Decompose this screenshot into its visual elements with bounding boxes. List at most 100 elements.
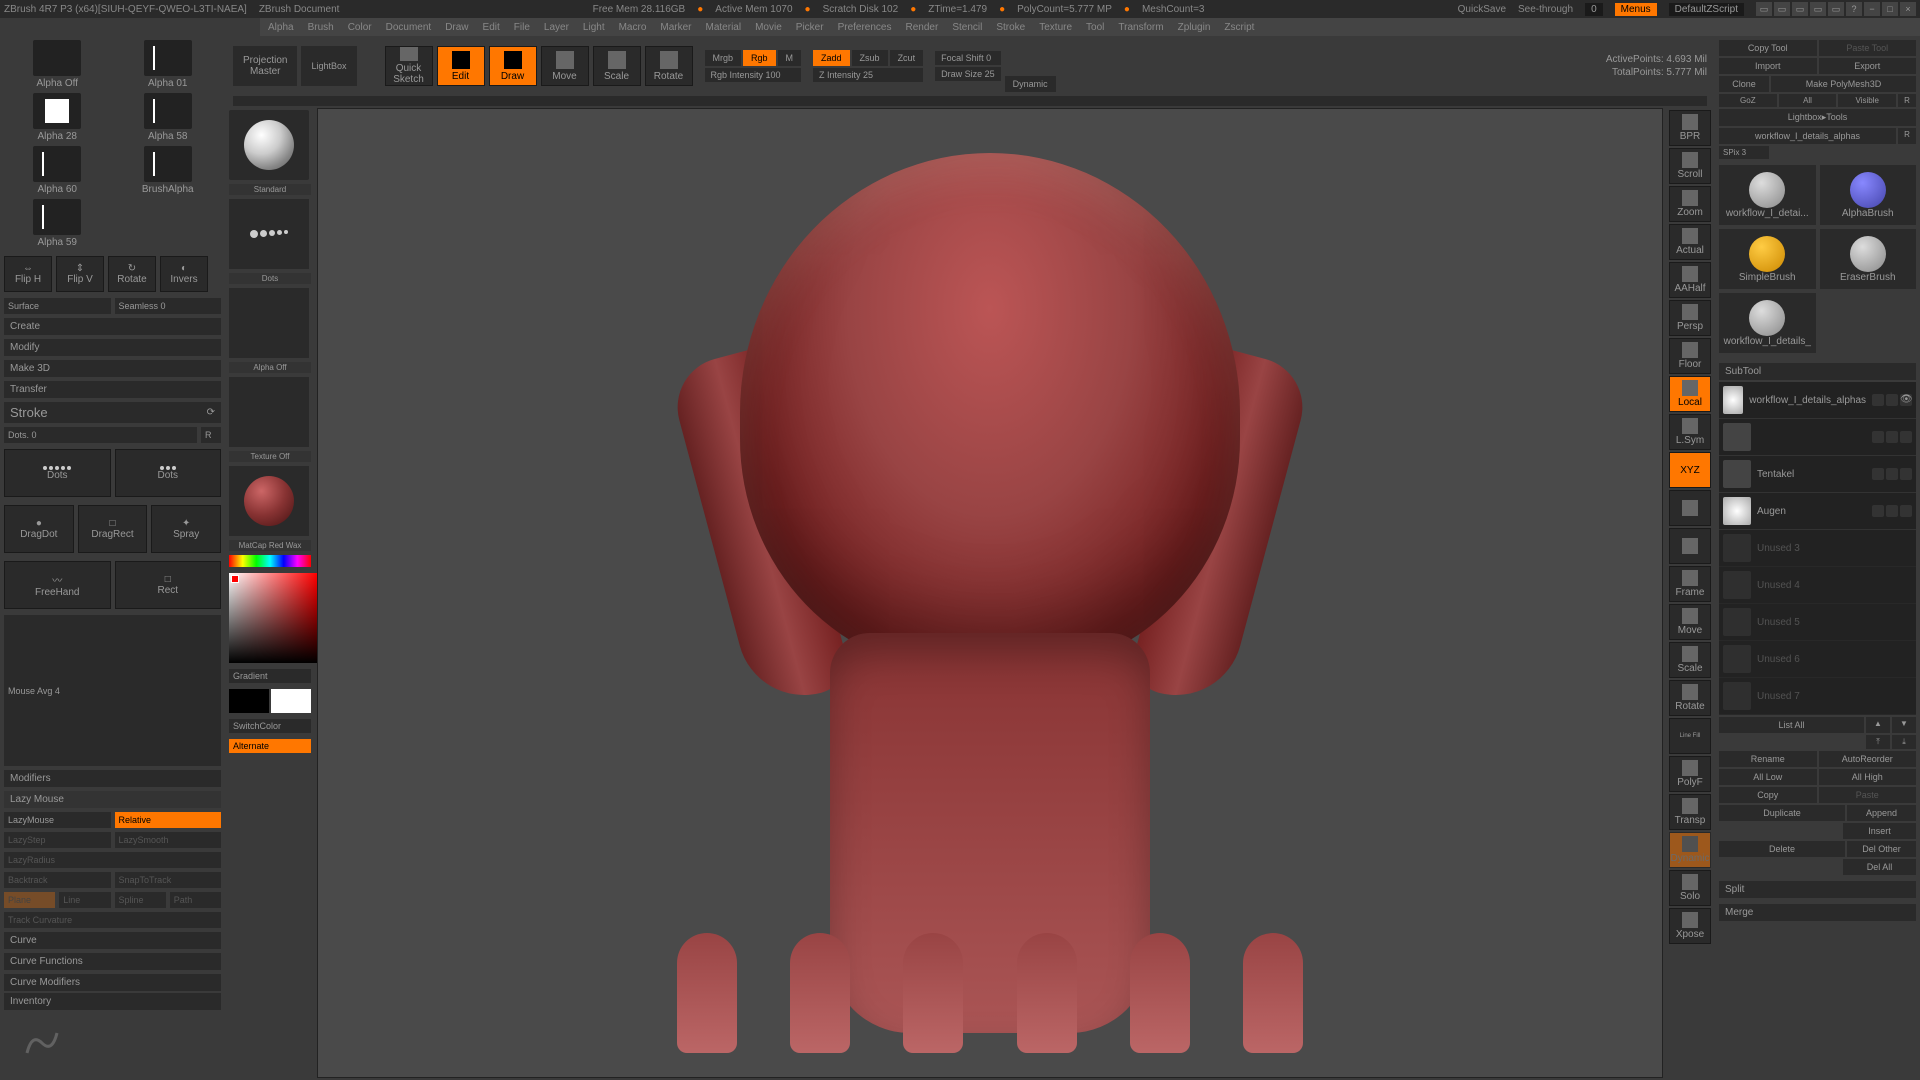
seethrough-value[interactable]: 0 [1585,3,1603,16]
append-button[interactable]: Append [1847,805,1916,821]
stroke-dots2[interactable]: Dots [115,449,222,497]
floor-button[interactable]: Floor [1669,338,1711,374]
move-tool-button[interactable]: Move [1669,604,1711,640]
local-button[interactable]: Local [1669,376,1711,412]
color-white[interactable] [271,689,311,713]
tool-workflow2[interactable]: workflow_I_details_ [1719,293,1816,353]
subtool-header[interactable]: SubTool [1719,363,1916,380]
menus-button[interactable]: Menus [1615,3,1657,16]
menu-light[interactable]: Light [583,22,605,33]
stroke-header[interactable]: Stroke⟳ [4,402,221,423]
curve-functions[interactable]: Curve Functions [4,953,221,970]
rt-btn-10[interactable] [1669,490,1711,526]
paste-tool-button[interactable]: Paste Tool [1819,40,1917,56]
zoom-button[interactable]: Zoom [1669,186,1711,222]
texture-preview[interactable] [229,377,309,447]
path[interactable]: Path [170,892,221,908]
delother-button[interactable]: Del Other [1847,841,1916,857]
close-button[interactable]: × [1900,2,1916,16]
aahalf-button[interactable]: AAHalf [1669,262,1711,298]
line[interactable]: Line [59,892,110,908]
lightbox-button[interactable]: LightBox [301,46,356,86]
menu-material[interactable]: Material [706,22,742,33]
tool-name[interactable]: workflow_I_details_alphas [1719,128,1896,144]
layout-btn-3[interactable]: ▭ [1792,2,1808,16]
menu-preferences[interactable]: Preferences [838,22,892,33]
layout-btn-5[interactable]: ▭ [1828,2,1844,16]
autoreorder-button[interactable]: AutoReorder [1819,751,1917,767]
refresh-icon[interactable]: ⟳ [207,407,215,418]
import-button[interactable]: Import [1719,58,1817,74]
visible-button[interactable]: Visible [1838,94,1896,107]
make-polymesh-button[interactable]: Make PolyMesh3D [1771,76,1916,92]
subtool-item-4[interactable]: Unused 3 [1719,530,1916,567]
subtool-item-7[interactable]: Unused 6 [1719,641,1916,678]
alpha-preview[interactable] [229,288,309,358]
dots-slider[interactable]: Dots. 0 [4,427,197,443]
relative-toggle[interactable]: Relative [115,812,222,828]
copy-tool-button[interactable]: Copy Tool [1719,40,1817,56]
persp-button[interactable]: Persp [1669,300,1711,336]
spline[interactable]: Spline [115,892,166,908]
surface-button[interactable]: Surface [4,298,111,314]
arrow-up2-icon[interactable]: ⤒ [1866,735,1890,749]
split-section[interactable]: Split [1719,881,1916,898]
alpha-58[interactable]: Alpha 58 [115,93,222,142]
actual-button[interactable]: Actual [1669,224,1711,260]
transfer-section[interactable]: Transfer [4,381,221,398]
draw-size-slider[interactable]: Draw Size 25 [935,67,1001,81]
rt-btn-11[interactable] [1669,528,1711,564]
flip-v-button[interactable]: ⇕Flip V [56,256,104,292]
move-button[interactable]: Move [541,46,589,86]
gradient-button[interactable]: Gradient [229,669,311,683]
curve-section[interactable]: Curve [4,932,221,949]
rgb-button[interactable]: Rgb [743,50,776,66]
alternate-button[interactable]: Alternate [229,739,311,753]
draw-button[interactable]: Draw [489,46,537,86]
alllow-button[interactable]: All Low [1719,769,1817,785]
bpr-button[interactable]: BPR [1669,110,1711,146]
tool-workflow[interactable]: workflow_I_detai... [1719,165,1816,225]
delall-button[interactable]: Del All [1843,859,1916,875]
rotate-mode-button[interactable]: Rotate [645,46,693,86]
layout-btn-1[interactable]: ▭ [1756,2,1772,16]
scale-button[interactable]: Scale [593,46,641,86]
inventory-section[interactable]: Inventory [4,993,221,1010]
dynamic-button[interactable]: Dynamic [1005,76,1056,92]
menu-layer[interactable]: Layer [544,22,569,33]
z-intensity-slider[interactable]: Z Intensity 25 [813,68,923,82]
stroke-rect[interactable]: □Rect [115,561,222,609]
arrow-down-icon[interactable]: ▼ [1892,717,1916,733]
switchcolor-button[interactable]: SwitchColor [229,719,311,733]
minimize-button[interactable]: − [1864,2,1880,16]
flip-h-button[interactable]: ⇔Flip H [4,256,52,292]
rgb-intensity-slider[interactable]: Rgb Intensity 100 [705,68,802,82]
color-black[interactable] [229,689,269,713]
subtool-item-8[interactable]: Unused 7 [1719,678,1916,715]
subtool-item-0[interactable]: workflow_I_details_alphas👁 [1719,382,1916,419]
m-button[interactable]: M [778,50,802,66]
linefill-button[interactable]: Line Fill [1669,718,1711,754]
menu-zscript[interactable]: Zscript [1224,22,1254,33]
modifiers-section[interactable]: Modifiers [4,770,221,787]
paste-button[interactable]: Paste [1819,787,1917,803]
all-button[interactable]: All [1779,94,1837,107]
subtool-item-3[interactable]: Augen [1719,493,1916,530]
color-picker[interactable] [229,573,317,663]
eye-icon[interactable]: 👁 [1900,394,1912,406]
subtool-item-6[interactable]: Unused 5 [1719,604,1916,641]
menu-picker[interactable]: Picker [796,22,824,33]
spix-slider[interactable]: SPix 3 [1719,146,1769,159]
arrow-down2-icon[interactable]: ⤓ [1892,735,1916,749]
layout-btn-2[interactable]: ▭ [1774,2,1790,16]
polyf-button[interactable]: PolyF [1669,756,1711,792]
alpha-01[interactable]: Alpha 01 [115,40,222,89]
menu-edit[interactable]: Edit [483,22,500,33]
make3d-section[interactable]: Make 3D [4,360,221,377]
insert-button[interactable]: Insert [1843,823,1916,839]
scroll-button[interactable]: Scroll [1669,148,1711,184]
projection-master-button[interactable]: ProjectionMaster [233,46,297,86]
stroke-spray[interactable]: ✦Spray [151,505,221,553]
merge-section[interactable]: Merge [1719,904,1916,921]
copy-button[interactable]: Copy [1719,787,1817,803]
